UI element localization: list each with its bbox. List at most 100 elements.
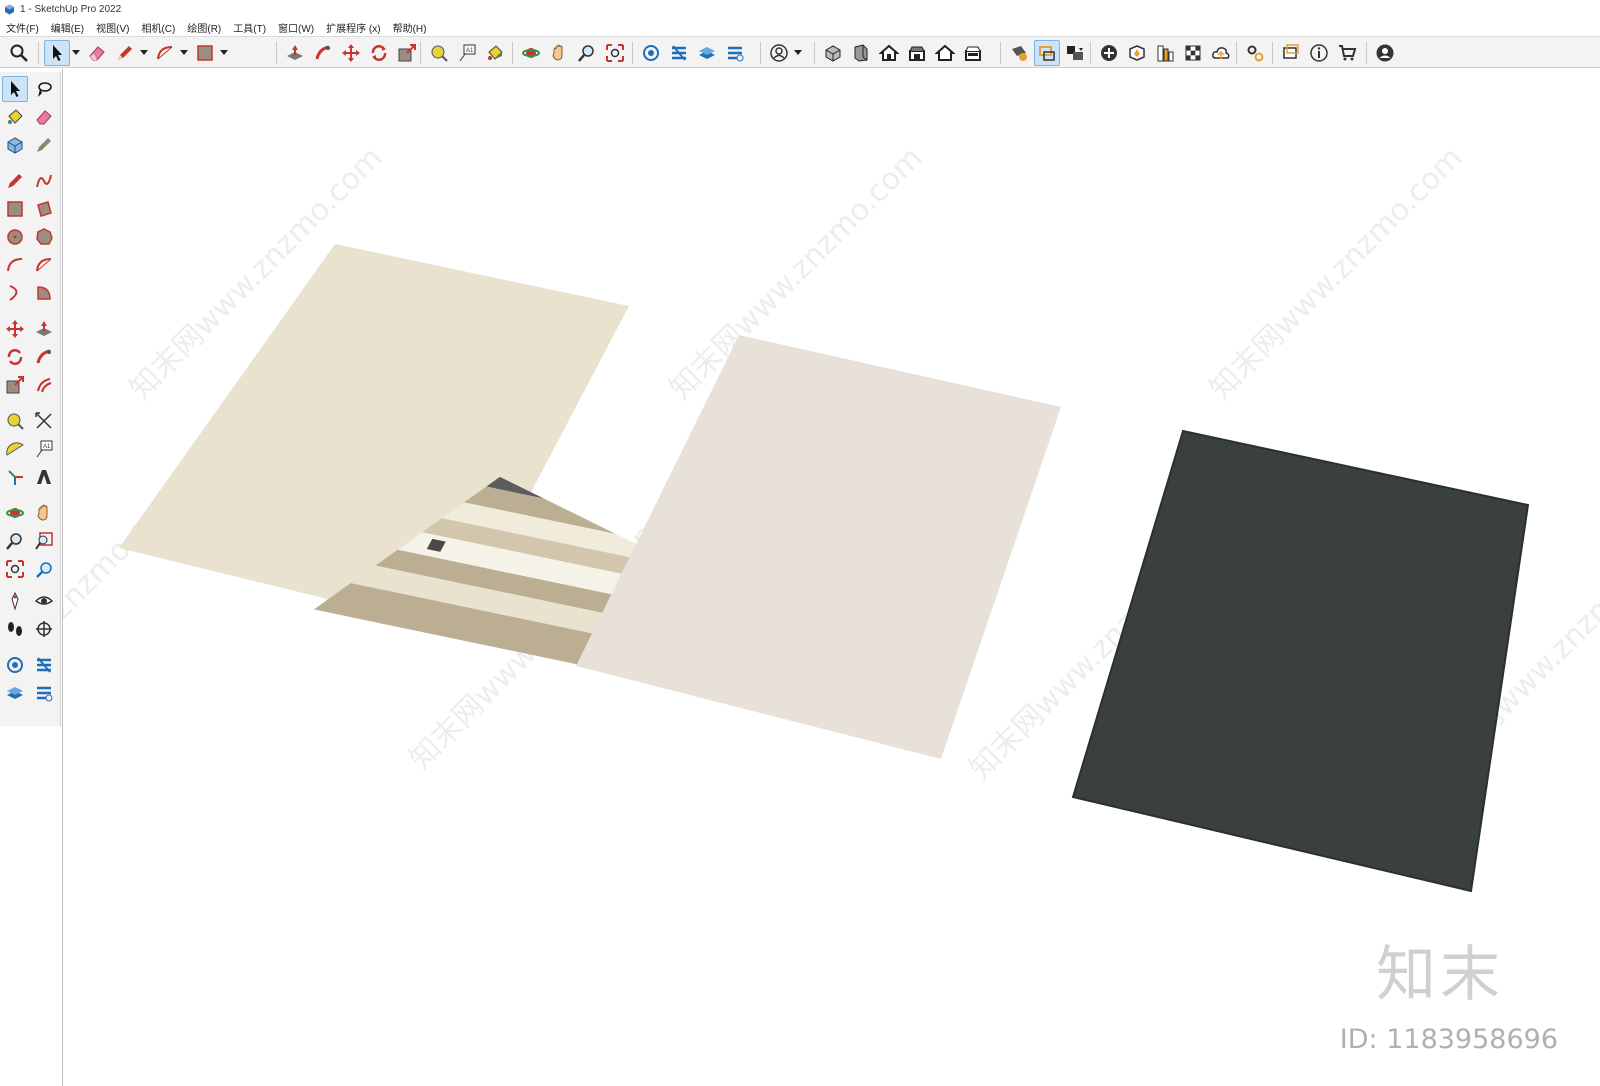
menu-edit[interactable]: 编辑(E) <box>51 20 84 35</box>
zoom-tool-button[interactable] <box>2 528 28 554</box>
warehouse-tool-button[interactable] <box>2 652 28 678</box>
left-view-button[interactable] <box>960 40 986 66</box>
paint-bucket-button[interactable] <box>482 40 508 66</box>
rectangle-tool-button[interactable] <box>2 196 28 222</box>
diamond-kilim-rug[interactable] <box>1071 429 1540 908</box>
freehand-tool-button[interactable] <box>31 168 57 194</box>
menu-draw[interactable]: 绘图(R) <box>187 20 221 35</box>
iso-view-button[interactable] <box>820 40 846 66</box>
extension-manager-button[interactable] <box>722 40 748 66</box>
extension-warehouse-button[interactable] <box>666 40 692 66</box>
zoom-extents-button-2[interactable] <box>602 40 628 66</box>
3d-text-tool-button[interactable] <box>31 464 57 490</box>
select-dropdown[interactable] <box>72 40 80 66</box>
menu-camera[interactable]: 相机(C) <box>141 20 175 35</box>
axes-tool-button[interactable] <box>2 464 28 490</box>
orbit-button[interactable] <box>518 40 544 66</box>
scale-button[interactable] <box>394 40 420 66</box>
dimension-tool-button[interactable] <box>31 408 57 434</box>
follow-me-tool-button[interactable] <box>31 344 57 370</box>
look-around-tool-button[interactable] <box>31 588 57 614</box>
tape-measure-button[interactable] <box>426 40 452 66</box>
scale-tool-button[interactable] <box>2 372 28 398</box>
text-button[interactable]: A1 <box>454 40 480 66</box>
arc-dropdown[interactable] <box>180 40 188 66</box>
menu-extensions[interactable]: 扩展程序 (x) <box>326 20 380 35</box>
section-plane-tool-button[interactable] <box>31 616 57 642</box>
display-section-button[interactable] <box>1034 40 1060 66</box>
rotated-rectangle-tool-button[interactable] <box>31 196 57 222</box>
account-button[interactable] <box>766 40 792 66</box>
zoom-window-tool-button[interactable] <box>31 528 57 554</box>
protractor-tool-button[interactable] <box>2 436 28 462</box>
pan-tool-button[interactable] <box>31 500 57 526</box>
move-tool-button[interactable] <box>2 316 28 342</box>
eraser-button[interactable] <box>84 40 110 66</box>
zoom-extents-button[interactable] <box>6 40 32 66</box>
rotate-button[interactable] <box>366 40 392 66</box>
front-view-button[interactable] <box>876 40 902 66</box>
move-button[interactable] <box>338 40 364 66</box>
photo-texture-button[interactable] <box>1152 40 1178 66</box>
select-tool-button[interactable] <box>2 76 28 102</box>
tape-measure-tool-button[interactable] <box>2 408 28 434</box>
menu-file[interactable]: 文件(F) <box>6 20 39 35</box>
orbit-tool-button[interactable] <box>2 500 28 526</box>
message-button[interactable] <box>1278 40 1304 66</box>
menu-view[interactable]: 视图(V) <box>96 20 129 35</box>
push-pull-tool-button[interactable] <box>31 316 57 342</box>
trimble-connect-button[interactable] <box>1208 40 1234 66</box>
top-view-button[interactable] <box>848 40 874 66</box>
account-dropdown[interactable] <box>794 40 802 66</box>
right-view-button[interactable] <box>904 40 930 66</box>
zoom-button[interactable] <box>574 40 600 66</box>
arc-tool-button[interactable] <box>2 252 28 278</box>
zoom-extents-tool-button[interactable] <box>2 556 28 582</box>
layout-button[interactable] <box>694 40 720 66</box>
line-tool-button[interactable] <box>2 168 28 194</box>
rectangle-dropdown[interactable] <box>220 40 228 66</box>
menu-tools[interactable]: 工具(T) <box>233 20 266 35</box>
terrain-button[interactable] <box>1124 40 1150 66</box>
pan-button[interactable] <box>546 40 572 66</box>
match-photo-button[interactable] <box>1180 40 1206 66</box>
component-tool-button[interactable] <box>2 132 28 158</box>
lasso-tool-button[interactable] <box>31 76 57 102</box>
line-button[interactable] <box>112 40 138 66</box>
layout-tool-button[interactable] <box>2 680 28 706</box>
arc-button[interactable] <box>152 40 178 66</box>
select-button[interactable] <box>44 40 70 66</box>
model-viewport[interactable]: 知末网www.znzmo.com 知末网www.znzmo.com 知末网www… <box>62 69 1600 1086</box>
cart-button[interactable] <box>1334 40 1360 66</box>
rotate-tool-button[interactable] <box>2 344 28 370</box>
menu-window[interactable]: 窗口(W) <box>278 20 314 35</box>
previous-view-tool-button[interactable] <box>31 556 57 582</box>
back-view-button[interactable] <box>932 40 958 66</box>
push-pull-button[interactable] <box>282 40 308 66</box>
polygon-tool-button[interactable] <box>31 224 57 250</box>
pie-tool-button[interactable] <box>31 280 57 306</box>
text-tool-button[interactable]: A1 <box>31 436 57 462</box>
extension-warehouse-tool-button[interactable] <box>31 652 57 678</box>
menu-help[interactable]: 帮助(H) <box>393 20 427 35</box>
warehouse-button[interactable] <box>638 40 664 66</box>
tag-tool-button[interactable] <box>31 132 57 158</box>
two-point-arc-tool-button[interactable] <box>31 252 57 278</box>
position-camera-tool-button[interactable] <box>2 588 28 614</box>
info-button[interactable] <box>1306 40 1332 66</box>
offset-tool-button[interactable] <box>31 372 57 398</box>
section-fill-button[interactable] <box>1062 40 1088 66</box>
paint-bucket-tool-button[interactable] <box>2 104 28 130</box>
line-dropdown[interactable] <box>140 40 148 66</box>
extension-manager-tool-button[interactable] <box>31 680 57 706</box>
section-plane-button[interactable] <box>1006 40 1032 66</box>
follow-me-button[interactable] <box>310 40 336 66</box>
eraser-tool-button[interactable] <box>31 104 57 130</box>
rectangle-button[interactable] <box>192 40 218 66</box>
walk-tool-button[interactable] <box>2 616 28 642</box>
three-point-arc-tool-button[interactable] <box>2 280 28 306</box>
profile-button[interactable] <box>1372 40 1398 66</box>
circle-tool-button[interactable] <box>2 224 28 250</box>
model-info-button[interactable] <box>1242 40 1268 66</box>
add-location-button[interactable] <box>1096 40 1122 66</box>
